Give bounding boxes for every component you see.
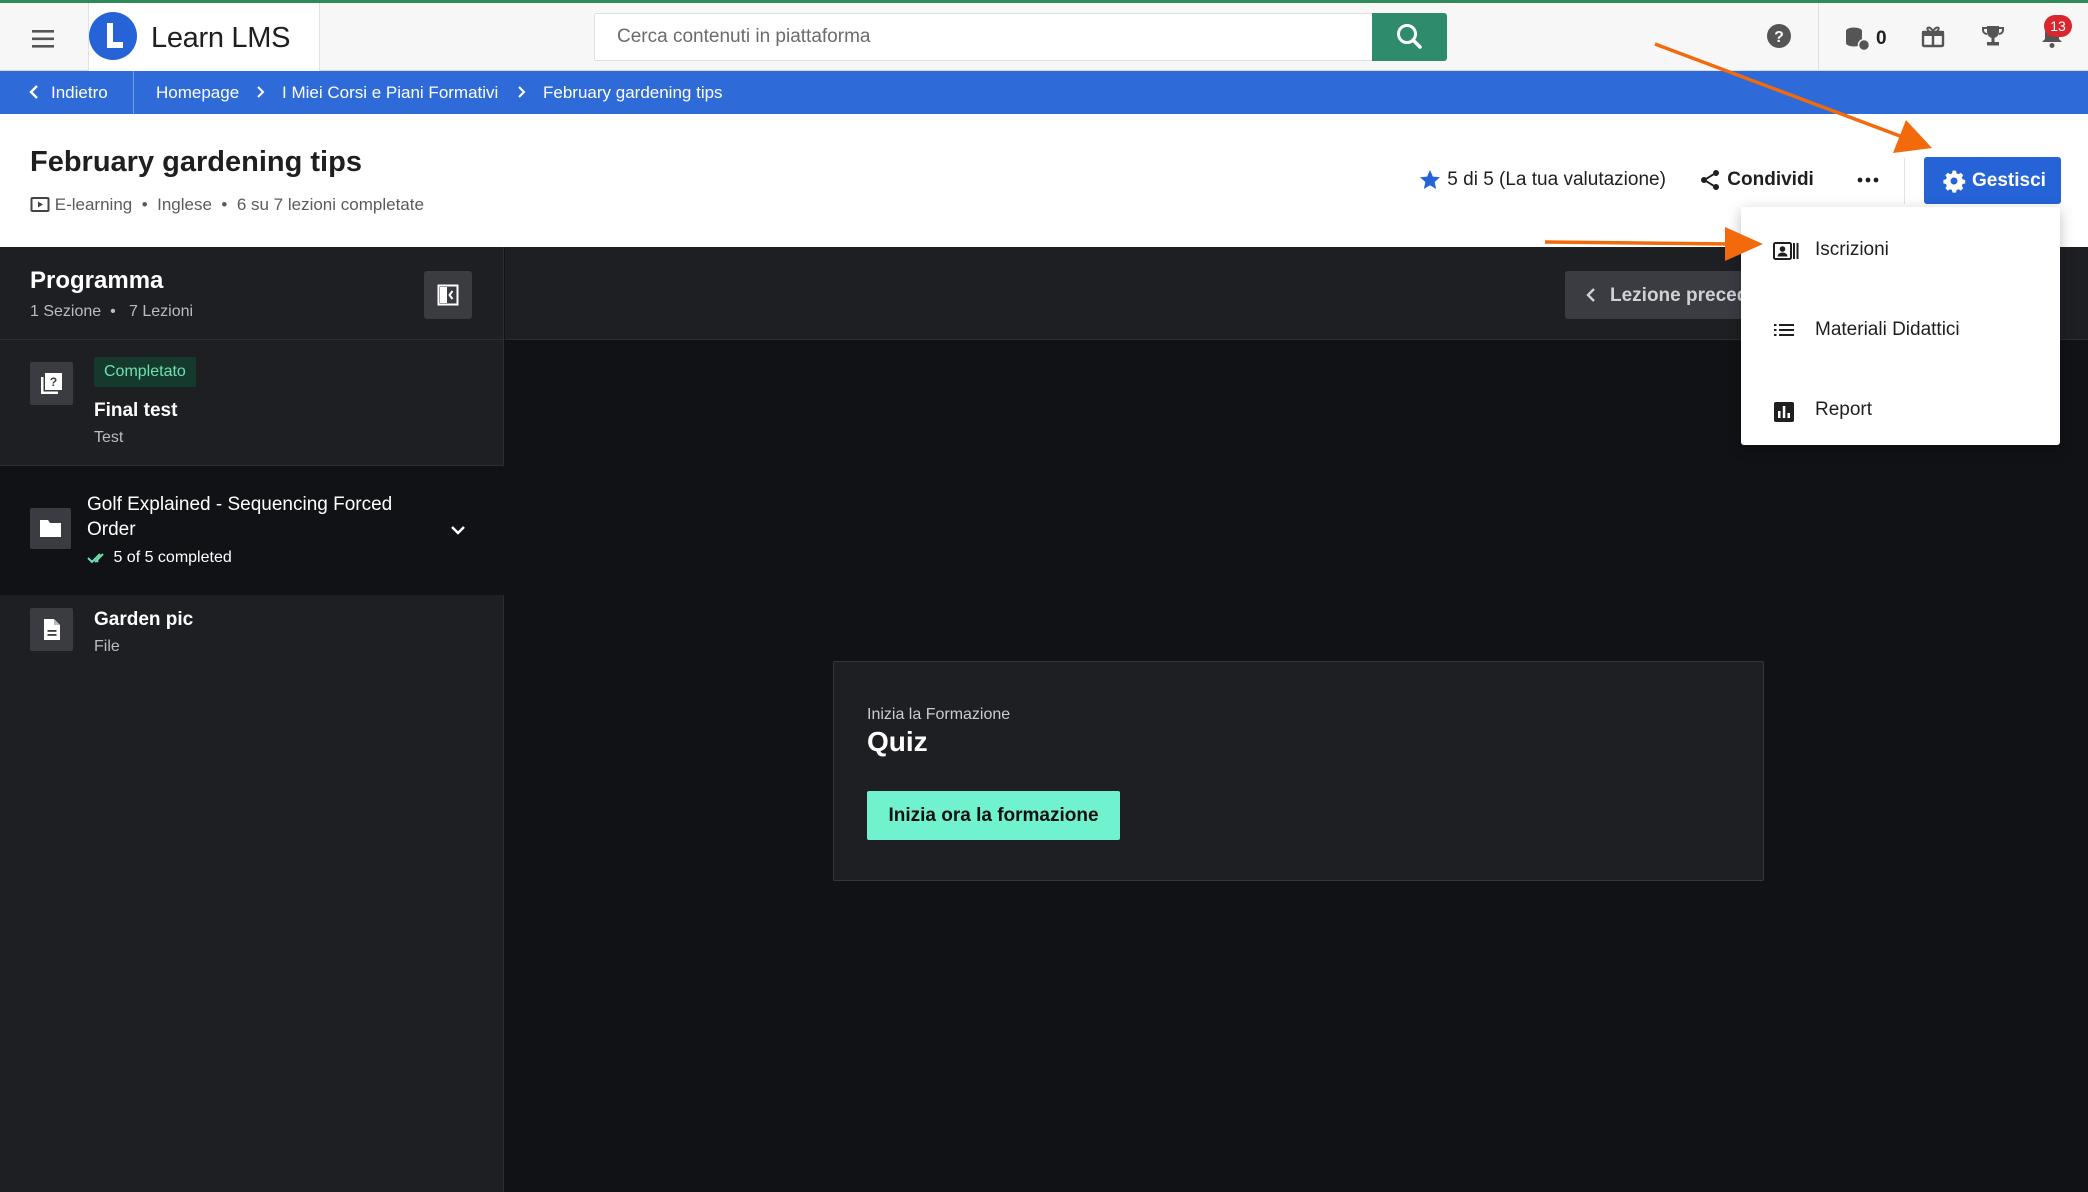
lesson-title: Final test bbox=[94, 400, 178, 421]
header-divider bbox=[1904, 158, 1905, 204]
menu-item-label: Materiali Didattici bbox=[1815, 319, 1960, 340]
gear-icon bbox=[1943, 170, 1966, 193]
collapse-sidebar-button[interactable] bbox=[424, 271, 472, 319]
top-navigation-bar: Learn LMS ? 0 13 bbox=[0, 0, 2088, 71]
svg-text:?: ? bbox=[50, 375, 57, 389]
meta-separator: • bbox=[136, 194, 153, 214]
app-name: Learn LMS bbox=[151, 22, 291, 54]
folder-icon bbox=[30, 508, 71, 549]
manage-dropdown-menu: Iscrizioni Materiali Didattici Report bbox=[1741, 207, 2060, 445]
menu-item-label: Report bbox=[1815, 399, 1873, 420]
breadcrumb-item-homepage[interactable]: Homepage bbox=[156, 83, 239, 103]
section-progress-text: 5 of 5 completed bbox=[113, 549, 232, 566]
card-title: Quiz bbox=[867, 726, 928, 757]
enrollments-icon bbox=[1773, 242, 1799, 260]
summary-separator: • bbox=[105, 303, 125, 320]
chevron-right-icon bbox=[257, 86, 265, 98]
course-progress: 6 su 7 lezioni completate bbox=[236, 194, 424, 214]
menu-item-learning-materials[interactable]: Materiali Didattici bbox=[1741, 298, 2060, 364]
gift-icon[interactable] bbox=[1920, 23, 1946, 49]
report-icon bbox=[1774, 402, 1794, 422]
card-eyebrow: Inizia la Formazione bbox=[867, 706, 1011, 723]
program-sidebar: Programma 1 Sezione • 7 Lezioni ? Comple… bbox=[0, 247, 504, 1192]
course-language: Inglese bbox=[157, 194, 212, 214]
file-icon bbox=[30, 608, 73, 651]
status-badge: Completato bbox=[94, 357, 196, 387]
search-button[interactable] bbox=[1372, 13, 1447, 61]
manage-label: Gestisci bbox=[1972, 170, 2046, 191]
start-training-button[interactable]: Inizia ora la formazione bbox=[867, 791, 1120, 840]
chevron-left-icon bbox=[1586, 288, 1595, 302]
quiz-start-card: Inizia la Formazione Quiz Inizia ora la … bbox=[833, 661, 1764, 881]
lesson-item-final-test[interactable]: ? Completato Final test Test bbox=[0, 340, 504, 465]
share-label: Condividi bbox=[1727, 169, 1814, 190]
help-icon[interactable]: ? bbox=[1766, 23, 1792, 49]
breadcrumb-item-my-courses[interactable]: I Miei Corsi e Piani Formativi bbox=[282, 83, 498, 103]
lessons-count: 7 Lezioni bbox=[129, 303, 194, 320]
breadcrumb-item-current[interactable]: February gardening tips bbox=[543, 83, 723, 103]
chevron-right-icon bbox=[518, 86, 526, 98]
manage-button[interactable]: Gestisci bbox=[1924, 157, 2061, 204]
rating-text: 5 di 5 (La tua valutazione) bbox=[1447, 169, 1666, 190]
app-logo[interactable]: Learn LMS bbox=[88, 3, 320, 71]
menu-item-enrollments[interactable]: Iscrizioni bbox=[1741, 218, 2060, 284]
search-icon bbox=[1397, 24, 1422, 49]
chevron-left-icon bbox=[29, 85, 38, 99]
share-button[interactable]: Condividi bbox=[1698, 168, 1814, 192]
back-label: Indietro bbox=[51, 83, 108, 102]
double-check-icon bbox=[87, 553, 104, 564]
quiz-icon: ? bbox=[30, 362, 73, 405]
trophy-icon[interactable] bbox=[1980, 23, 2006, 49]
sidebar-title: Programma bbox=[30, 267, 164, 294]
sections-count: 1 Sezione bbox=[30, 303, 102, 320]
rating[interactable]: 5 di 5 (La tua valutazione) bbox=[1418, 168, 1666, 192]
course-type: E-learning bbox=[54, 194, 133, 214]
section-title: Golf Explained - Sequencing Forced Order bbox=[87, 494, 393, 540]
more-options-button[interactable] bbox=[1852, 164, 1884, 196]
section-progress: 5 of 5 completed bbox=[87, 549, 232, 567]
back-button[interactable]: Indietro bbox=[0, 71, 134, 114]
coins-count: 0 bbox=[1876, 28, 1887, 49]
sidebar-summary: 1 Sezione • 7 Lezioni bbox=[30, 303, 193, 321]
logo-mark-icon bbox=[89, 12, 137, 60]
breadcrumb: Indietro Homepage I Miei Corsi e Piani F… bbox=[0, 71, 2088, 114]
topbar-divider bbox=[1818, 3, 1819, 71]
star-icon bbox=[1420, 170, 1440, 189]
list-icon bbox=[1774, 324, 1794, 336]
video-player-icon bbox=[30, 196, 50, 212]
sidebar-collapse-icon bbox=[437, 284, 459, 306]
lesson-type: Test bbox=[94, 429, 124, 446]
sidebar-header: Programma 1 Sezione • 7 Lezioni bbox=[0, 247, 504, 340]
share-icon bbox=[1701, 170, 1719, 190]
lesson-type: File bbox=[94, 638, 120, 655]
section-item-golf-explained[interactable]: Golf Explained - Sequencing Forced Order… bbox=[0, 465, 504, 595]
coins-icon[interactable] bbox=[1844, 25, 1870, 51]
meta-separator: • bbox=[216, 194, 233, 214]
course-meta: E-learning • Inglese • 6 su 7 lezioni co… bbox=[30, 194, 424, 215]
chevron-down-icon[interactable] bbox=[447, 519, 469, 541]
search-input[interactable] bbox=[594, 13, 1374, 61]
course-title: February gardening tips bbox=[30, 146, 362, 178]
lesson-title: Garden pic bbox=[94, 609, 194, 630]
svg-text:?: ? bbox=[1774, 29, 1784, 46]
menu-icon[interactable] bbox=[24, 21, 64, 57]
more-horizontal-icon bbox=[1857, 177, 1879, 183]
menu-item-report[interactable]: Report bbox=[1741, 378, 2060, 444]
notifications-badge: 13 bbox=[2044, 15, 2072, 37]
menu-item-label: Iscrizioni bbox=[1815, 239, 1889, 260]
lesson-item-garden-pic[interactable]: Garden pic File bbox=[0, 595, 504, 695]
